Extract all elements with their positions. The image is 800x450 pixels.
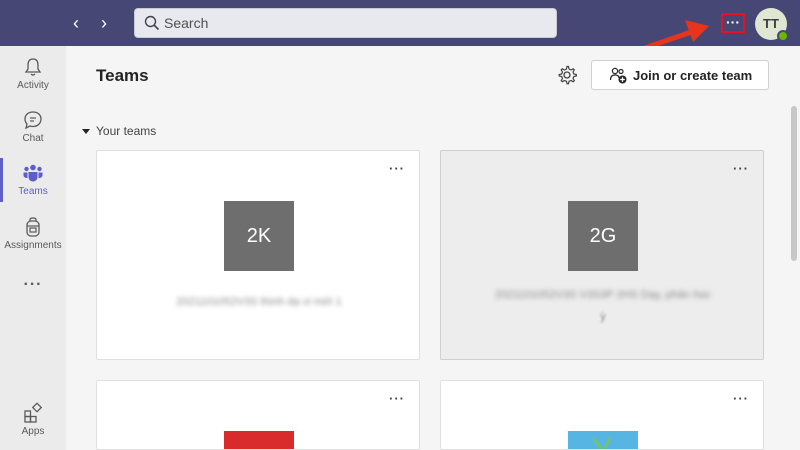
add-people-icon (609, 67, 627, 84)
team-name: 2021101052V3S thinh dạ vi mới 1 (176, 296, 342, 308)
rail-label-apps: Apps (21, 426, 45, 437)
chat-icon (24, 111, 42, 130)
card-more-options-button[interactable]: ··· (733, 391, 749, 406)
plant-icon (592, 436, 611, 449)
rail-label-activity: Activity (17, 80, 49, 91)
rail-item-chat[interactable]: Chat (0, 109, 66, 159)
avatar[interactable]: TT (755, 8, 789, 42)
avatar-initials: TT (763, 16, 779, 31)
team-card[interactable]: ··· (440, 380, 764, 450)
team-card[interactable]: ··· 2K 2021101052V3S thinh dạ vi mới 1 (96, 150, 420, 360)
search-placeholder: Search (164, 15, 209, 31)
presence-status-icon (777, 30, 789, 42)
caret-down-icon (82, 129, 90, 135)
bell-icon (24, 58, 42, 76)
your-teams-section-toggle[interactable]: Your teams (82, 124, 156, 138)
card-more-options-button[interactable]: ··· (389, 391, 405, 406)
team-avatar-tile: 2K (224, 201, 294, 271)
card-more-options-button[interactable]: ··· (389, 161, 405, 176)
join-button-label: Join or create team (633, 68, 753, 83)
card-more-options-button[interactable]: ··· (733, 161, 749, 176)
apps-icon (24, 402, 43, 423)
more-apps-button[interactable]: ··· (0, 276, 66, 294)
page-title: Teams (96, 66, 149, 85)
rail-label-chat: Chat (22, 133, 44, 144)
scrollbar[interactable] (791, 106, 797, 261)
rail-item-activity[interactable]: Activity (0, 56, 66, 106)
forward-arrow-icon[interactable]: › (94, 12, 114, 34)
main-content: Teams Join or create team Your teams ···… (66, 46, 800, 450)
team-name: 2021101052V3S V3S3P 2HS Dạy, phân học (495, 289, 711, 301)
join-or-create-team-button[interactable]: Join or create team (591, 60, 769, 90)
team-name-line2: ỳ (600, 311, 606, 323)
teams-icon (23, 164, 43, 182)
search-icon (144, 15, 160, 31)
section-label: Your teams (96, 124, 157, 138)
more-options-button[interactable]: ··· (721, 13, 745, 33)
back-arrow-icon[interactable]: ‹ (66, 12, 86, 34)
team-avatar-tile: 2G (568, 201, 638, 271)
rail-label-assignments: Assignments (4, 240, 62, 251)
team-card[interactable]: ··· 2G 2021101052V3S V3S3P 2HS Dạy, phân… (440, 150, 764, 360)
rail-label-teams: Teams (18, 186, 48, 197)
backpack-icon (26, 217, 40, 237)
app-rail: Activity Chat Teams Assignments ··· Apps (0, 46, 66, 450)
settings-gear-icon[interactable] (556, 64, 578, 86)
team-avatar-tile (224, 431, 294, 449)
team-avatar-tile (568, 431, 638, 449)
team-card[interactable]: ··· (96, 380, 420, 450)
rail-item-apps[interactable]: Apps (0, 402, 66, 450)
rail-item-teams[interactable]: Teams (0, 162, 66, 212)
search-input[interactable]: Search (134, 8, 557, 38)
rail-item-assignments[interactable]: Assignments (0, 216, 66, 266)
